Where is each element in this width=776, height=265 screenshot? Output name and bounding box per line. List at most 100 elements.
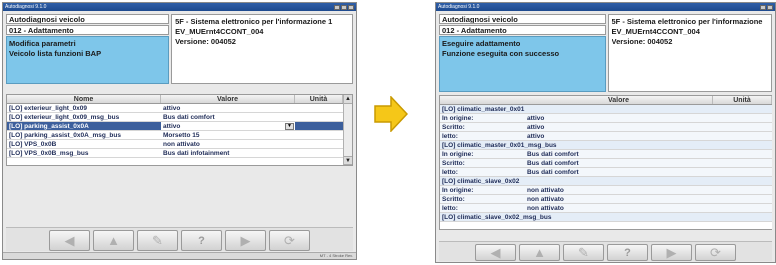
row-label: In origine: [440,150,525,158]
status-line: Veicolo lista funzioni BAP [9,49,102,58]
table-row[interactable]: letto: attivo [440,132,772,141]
table-row[interactable]: In origine: Bus dati comfort [440,150,772,159]
refresh-button[interactable]: ⟳ [695,244,736,261]
arrow-up-icon: ▲ [107,233,120,248]
chevron-down-icon[interactable]: ▼ [285,123,294,130]
group-row[interactable]: [LO] climatic_slave_0x02_msg_bus [440,213,772,222]
refresh-icon: ⟳ [710,244,721,260]
header-status-panel: Eseguire adattamento Funzione eseguita c… [439,36,606,92]
table-row[interactable]: Scritto: attivo [440,123,772,132]
table-row-selected[interactable]: [LO] parking_assist_0x0A attivo ▼ [7,122,343,131]
maximize-button[interactable] [767,4,773,10]
row-unit [713,168,772,176]
scroll-down-icon[interactable]: ▼ [344,156,352,165]
row-label: letto: [440,204,525,212]
close-button[interactable] [348,4,354,10]
header-status-panel: Modifica parametri Veicolo lista funzion… [6,36,170,84]
table-row[interactable]: [LO] exterieur_light_0x09_msg_bus Bus da… [7,113,343,122]
row-label: Scritto: [440,159,525,167]
pencil-icon: ✎ [152,232,163,248]
row-label: letto: [440,132,525,140]
col-header-value[interactable]: Valore [161,95,295,103]
table-row[interactable]: [LO] VPS_0x0B non attivato [7,140,343,149]
arrow-right-icon: ▶ [666,244,677,260]
module-name: 5F - Sistema elettronico per l'informazi… [175,17,333,26]
question-icon: ? [198,234,205,247]
module-version: Versione: 004052 [175,37,236,46]
table-row[interactable]: [LO] parking_assist_0x0A_msg_bus Morsett… [7,131,343,140]
row-label: In origine: [440,114,525,122]
row-value: attivo [525,132,713,140]
row-unit [713,132,772,140]
header-panel: Autodiagnosi veicolo 012 - Adattamento E… [439,14,772,92]
pencil-icon: ✎ [578,244,589,260]
group-row[interactable]: [LO] climatic_slave_0x02 [440,177,772,186]
forward-button[interactable]: ▶ [225,230,266,251]
left-window: Autodiagnosi 9.1.0 Autodiagnosi veicolo … [2,2,357,260]
row-label: Scritto: [440,123,525,131]
header-title: Autodiagnosi veicolo [439,14,606,24]
status-line: Funzione eseguita con successo [442,49,560,58]
navigation-toolbar: ◀ ▲ ✎ ? ▶ ⟳ [6,227,353,251]
header-title: Autodiagnosi veicolo [6,14,170,24]
back-button[interactable]: ◀ [49,230,90,251]
row-value: attivo [525,123,713,131]
help-button[interactable]: ? [181,230,222,251]
group-label: [LO] climatic_slave_0x02_msg_bus [440,213,772,221]
refresh-button[interactable]: ⟳ [269,230,310,251]
col-header-unit[interactable]: Unità [713,96,772,104]
col-header-value[interactable]: Valore [525,96,713,104]
minimize-button[interactable] [760,4,766,10]
navigation-toolbar: ◀ ▲ ✎ ? ▶ ⟳ [439,241,772,261]
value-dropdown[interactable]: attivo ▼ [161,122,295,130]
scroll-up-icon[interactable]: ▲ [344,95,352,104]
col-header-name[interactable]: Nome [7,95,161,103]
edit-button[interactable]: ✎ [137,230,178,251]
col-header-unit[interactable]: Unità [295,95,343,103]
up-button[interactable]: ▲ [93,230,134,251]
forward-button[interactable]: ▶ [651,244,692,261]
edit-button[interactable]: ✎ [563,244,604,261]
group-label: [LO] climatic_master_0x01 [440,105,772,113]
row-value: Bus dati comfort [525,168,713,176]
module-code: EV_MUErnt4CCONT_004 [175,27,264,36]
up-button[interactable]: ▲ [519,244,560,261]
row-unit [713,123,772,131]
help-button[interactable]: ? [607,244,648,261]
module-version: Versione: 004052 [611,37,673,46]
header-function: 012 - Adattamento [439,25,606,35]
minimize-button[interactable] [334,4,340,10]
header-function: 012 - Adattamento [6,25,170,35]
window-title: Autodiagnosi 9.1.0 [5,4,47,10]
row-value: attivo [525,114,713,122]
group-row[interactable]: [LO] climatic_master_0x01 [440,105,772,114]
row-unit [713,114,772,122]
table-row[interactable]: Scritto: non attivato [440,195,772,204]
row-label: Scritto: [440,195,525,203]
back-button[interactable]: ◀ [475,244,516,261]
refresh-icon: ⟳ [284,232,295,248]
question-icon: ? [624,246,631,259]
maximize-button[interactable] [341,4,347,10]
group-label: [LO] climatic_master_0x01_msg_bus [440,141,772,149]
row-label: letto: [440,168,525,176]
right-window: Autodiagnosi 9.1.0 Autodiagnosi veicolo … [435,2,776,263]
arrow-left-icon: ◀ [490,244,501,260]
group-row[interactable]: [LO] climatic_master_0x01_msg_bus [440,141,772,150]
table-row[interactable]: In origine: attivo [440,114,772,123]
table-row[interactable]: Scritto: Bus dati comfort [440,159,772,168]
table-header: Nome Valore Unità [7,95,343,104]
row-unit [713,150,772,158]
vertical-scrollbar[interactable]: ▲ ▼ [343,95,352,165]
title-bar: Autodiagnosi 9.1.0 [436,3,775,11]
row-label: In origine: [440,186,525,194]
module-info-panel: 5F - Sistema elettronico per l'informazi… [171,14,353,84]
arrow-left-icon: ◀ [64,232,75,248]
row-unit [713,195,772,203]
row-value: Bus dati comfort [525,159,713,167]
table-row[interactable]: [LO] VPS_0x0B_msg_bus Bus dati infotainm… [7,149,343,158]
table-row[interactable]: letto: non attivato [440,204,772,213]
table-row[interactable]: In origine: non attivato [440,186,772,195]
table-row[interactable]: letto: Bus dati comfort [440,168,772,177]
table-row[interactable]: [LO] exterieur_light_0x09 attivo [7,104,343,113]
